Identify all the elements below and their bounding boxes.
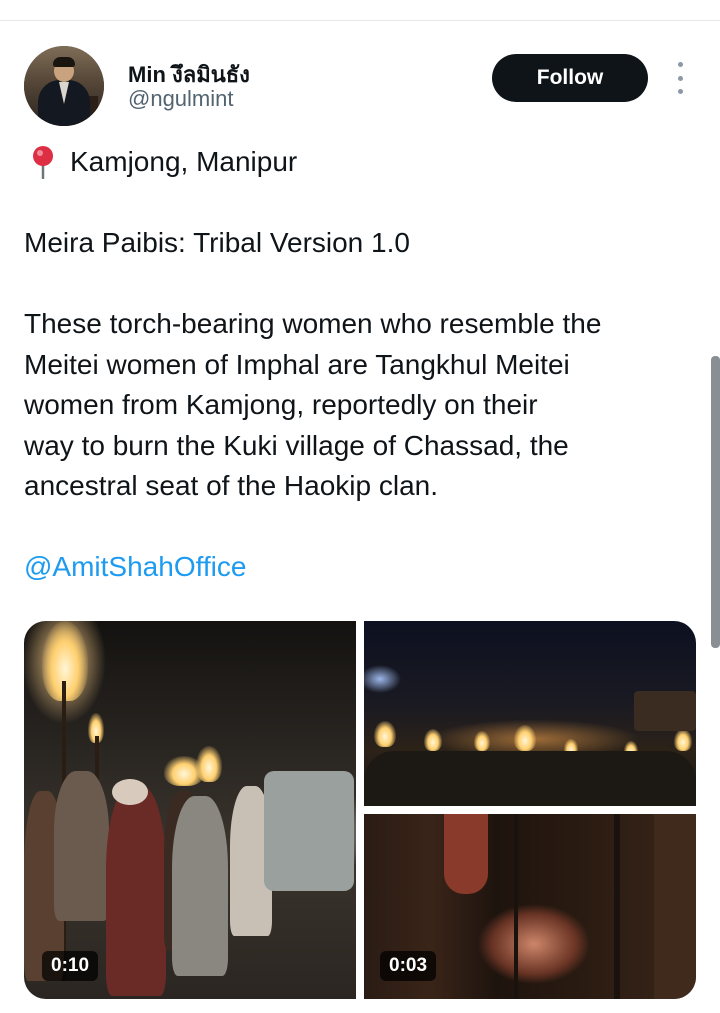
top-divider: [0, 20, 720, 21]
body-line: ancestral seat of the Haokip clan.: [24, 470, 439, 501]
more-vertical-icon[interactable]: [670, 62, 690, 94]
video-duration-badge: 0:03: [380, 951, 437, 981]
scrollbar-thumb[interactable]: [711, 356, 720, 648]
body-line: women from Kamjong, reportedly on their: [24, 389, 538, 420]
follow-button[interactable]: Follow: [492, 54, 648, 102]
video-thumbnail-torch-procession[interactable]: 0:10: [24, 621, 356, 999]
body-line: way to burn the Kuki village of Chassad,…: [24, 429, 569, 461]
photo-thumbnail-night-crowd[interactable]: [364, 621, 696, 806]
avatar[interactable]: [24, 46, 104, 126]
tweet-heading: Meira Paibis: Tribal Version 1.0: [24, 227, 410, 258]
map-pin-icon: [30, 145, 56, 180]
body-line: Meitei women of Imphal are Tangkhul Meit…: [24, 348, 570, 380]
author-handle[interactable]: @ngulmint: [128, 86, 234, 112]
tweet-page: Min งึลมินธัง @ngulmint Follow Kamjong, …: [0, 0, 720, 1013]
video-thumbnail-interior[interactable]: 0:03: [364, 814, 696, 999]
mention-link[interactable]: @AmitShahOffice: [24, 547, 700, 588]
video-duration-badge: 0:10: [42, 951, 99, 981]
tweet-text: Kamjong, Manipur Meira Paibis: Tribal Ve…: [24, 142, 700, 588]
location-line: Kamjong, Manipur: [24, 142, 700, 183]
location-text: Kamjong, Manipur: [70, 146, 298, 177]
body-line: These torch-bearing women who resemble t…: [24, 308, 602, 339]
media-grid: 0:10 0:03: [24, 621, 696, 999]
